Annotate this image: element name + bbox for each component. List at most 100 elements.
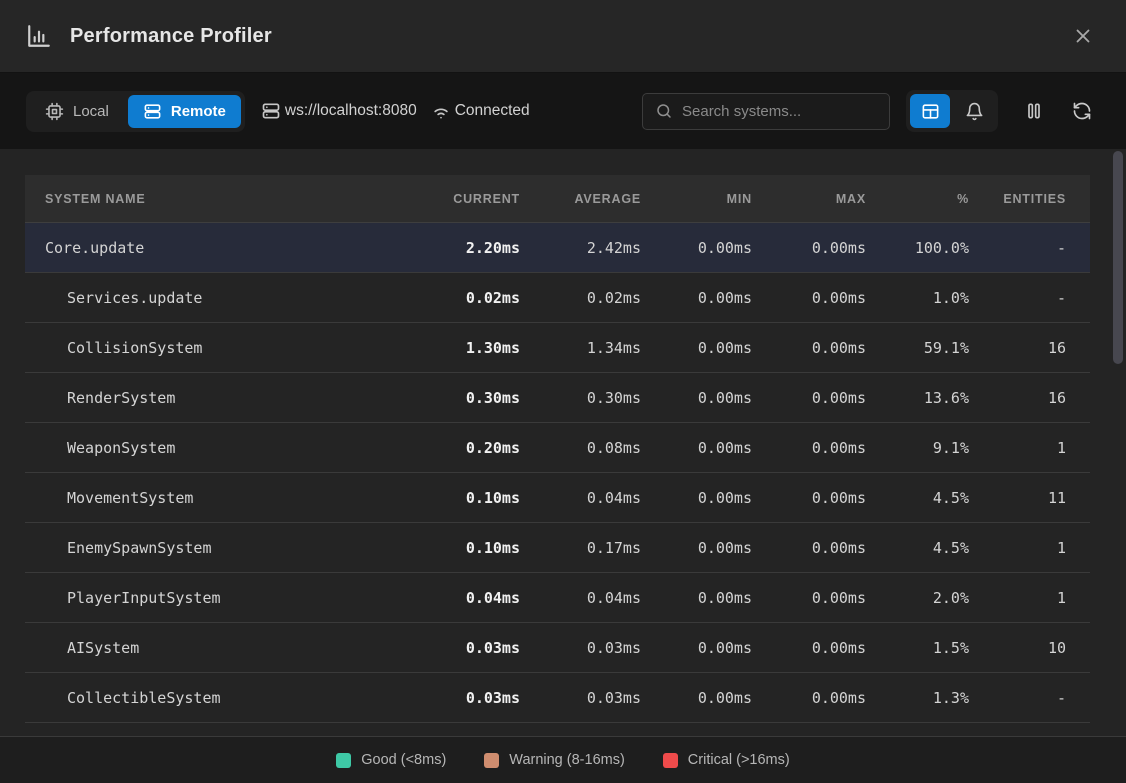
min-cell: 0.00ms: [641, 339, 752, 357]
legend-item-critical: Critical (>16ms): [663, 752, 790, 768]
max-cell: 0.00ms: [752, 489, 866, 507]
percent-cell: 9.1%: [866, 439, 969, 457]
system-name-cell: Core.update: [25, 239, 410, 257]
table-row[interactable]: EnemySpawnSystem 0.10ms 0.17ms 0.00ms 0.…: [25, 523, 1090, 573]
average-cell: 0.03ms: [520, 639, 641, 657]
min-cell: 0.00ms: [641, 639, 752, 657]
system-name-cell: WeaponSystem: [25, 439, 410, 457]
refresh-button[interactable]: [1064, 94, 1100, 128]
critical-swatch-icon: [663, 753, 678, 768]
current-cell: 0.02ms: [410, 289, 520, 307]
system-name-cell: EnemySpawnSystem: [25, 539, 410, 557]
average-cell: 1.34ms: [520, 339, 641, 357]
table-body: Core.update 2.20ms 2.42ms 0.00ms 0.00ms …: [25, 223, 1090, 723]
toolbar: Local Remote: [0, 73, 1126, 149]
min-cell: 0.00ms: [641, 539, 752, 557]
percent-cell: 4.5%: [866, 539, 969, 557]
entities-cell: 1: [969, 539, 1066, 557]
table-row[interactable]: RenderSystem 0.30ms 0.30ms 0.00ms 0.00ms…: [25, 373, 1090, 423]
table-row[interactable]: MovementSystem 0.10ms 0.04ms 0.00ms 0.00…: [25, 473, 1090, 523]
legend-warning-label: Warning (8-16ms): [509, 752, 625, 768]
table-row[interactable]: CollectibleSystem 0.03ms 0.03ms 0.00ms 0…: [25, 673, 1090, 723]
system-name-cell: CollisionSystem: [25, 339, 410, 357]
title-bar: Performance Profiler: [0, 0, 1126, 73]
percent-cell: 4.5%: [866, 489, 969, 507]
cpu-icon: [45, 102, 64, 121]
average-cell: 0.03ms: [520, 689, 641, 707]
table-row[interactable]: Core.update 2.20ms 2.42ms 0.00ms 0.00ms …: [25, 223, 1090, 273]
percent-cell: 1.0%: [866, 289, 969, 307]
percent-cell: 59.1%: [866, 339, 969, 357]
scrollbar-thumb[interactable]: [1113, 151, 1123, 364]
max-cell: 0.00ms: [752, 389, 866, 407]
min-cell: 0.00ms: [641, 589, 752, 607]
close-button[interactable]: [1066, 19, 1100, 53]
remote-mode-label: Remote: [171, 103, 226, 120]
pause-button[interactable]: [1016, 94, 1052, 128]
column-header-entities[interactable]: ENTITIES: [969, 192, 1066, 206]
main-content: SYSTEM NAME CURRENT AVERAGE MIN MAX % EN…: [0, 149, 1126, 736]
table-row[interactable]: WeaponSystem 0.20ms 0.08ms 0.00ms 0.00ms…: [25, 423, 1090, 473]
bell-icon: [965, 102, 984, 121]
max-cell: 0.00ms: [752, 539, 866, 557]
local-mode-button[interactable]: Local: [30, 95, 124, 128]
percent-cell: 100.0%: [866, 239, 969, 257]
mode-toggle: Local Remote: [26, 91, 245, 132]
warning-swatch-icon: [484, 753, 499, 768]
current-cell: 0.03ms: [410, 639, 520, 657]
current-cell: 0.03ms: [410, 689, 520, 707]
wifi-icon: [431, 101, 451, 121]
column-header-system-name[interactable]: SYSTEM NAME: [25, 192, 410, 206]
table-row[interactable]: CollisionSystem 1.30ms 1.34ms 0.00ms 0.0…: [25, 323, 1090, 373]
average-cell: 2.42ms: [520, 239, 641, 257]
entities-cell: 16: [969, 389, 1066, 407]
legend-good-label: Good (<8ms): [361, 752, 446, 768]
current-cell: 0.30ms: [410, 389, 520, 407]
legend-bar: Good (<8ms) Warning (8-16ms) Critical (>…: [0, 736, 1126, 783]
remote-mode-button[interactable]: Remote: [128, 95, 241, 128]
legend-item-warning: Warning (8-16ms): [484, 752, 625, 768]
local-mode-label: Local: [73, 103, 109, 120]
column-header-min[interactable]: MIN: [641, 192, 752, 206]
system-name-cell: CollectibleSystem: [25, 689, 410, 707]
min-cell: 0.00ms: [641, 489, 752, 507]
current-cell: 0.04ms: [410, 589, 520, 607]
table-row[interactable]: PlayerInputSystem 0.04ms 0.04ms 0.00ms 0…: [25, 573, 1090, 623]
legend-item-good: Good (<8ms): [336, 752, 446, 768]
min-cell: 0.00ms: [641, 689, 752, 707]
connection-url-wrap: ws://localhost:8080: [261, 101, 417, 121]
max-cell: 0.00ms: [752, 639, 866, 657]
scrollbar-track[interactable]: [1113, 151, 1123, 731]
percent-cell: 1.3%: [866, 689, 969, 707]
entities-cell: -: [969, 689, 1066, 707]
column-header-average[interactable]: AVERAGE: [520, 192, 641, 206]
entities-cell: -: [969, 239, 1066, 257]
column-header-max[interactable]: MAX: [752, 192, 866, 206]
table-view-button[interactable]: [910, 94, 950, 128]
connection-info: ws://localhost:8080 Connected: [261, 101, 530, 121]
current-cell: 0.20ms: [410, 439, 520, 457]
table-row[interactable]: AISystem 0.03ms 0.03ms 0.00ms 0.00ms 1.5…: [25, 623, 1090, 673]
refresh-icon: [1072, 101, 1092, 121]
max-cell: 0.00ms: [752, 339, 866, 357]
entities-cell: 10: [969, 639, 1066, 657]
average-cell: 0.04ms: [520, 589, 641, 607]
min-cell: 0.00ms: [641, 289, 752, 307]
max-cell: 0.00ms: [752, 289, 866, 307]
average-cell: 0.02ms: [520, 289, 641, 307]
column-header-current[interactable]: CURRENT: [410, 192, 520, 206]
entities-cell: 1: [969, 439, 1066, 457]
table-row[interactable]: Services.update 0.02ms 0.02ms 0.00ms 0.0…: [25, 273, 1090, 323]
table-header: SYSTEM NAME CURRENT AVERAGE MIN MAX % EN…: [25, 175, 1090, 223]
search-input[interactable]: [682, 103, 881, 120]
system-name-cell: AISystem: [25, 639, 410, 657]
alerts-button[interactable]: [954, 94, 994, 128]
column-header-percent[interactable]: %: [866, 192, 969, 206]
close-icon: [1072, 25, 1094, 47]
min-cell: 0.00ms: [641, 239, 752, 257]
system-name-cell: Services.update: [25, 289, 410, 307]
server-icon: [261, 101, 281, 121]
page-title: Performance Profiler: [70, 25, 272, 48]
legend-critical-label: Critical (>16ms): [688, 752, 790, 768]
min-cell: 0.00ms: [641, 389, 752, 407]
